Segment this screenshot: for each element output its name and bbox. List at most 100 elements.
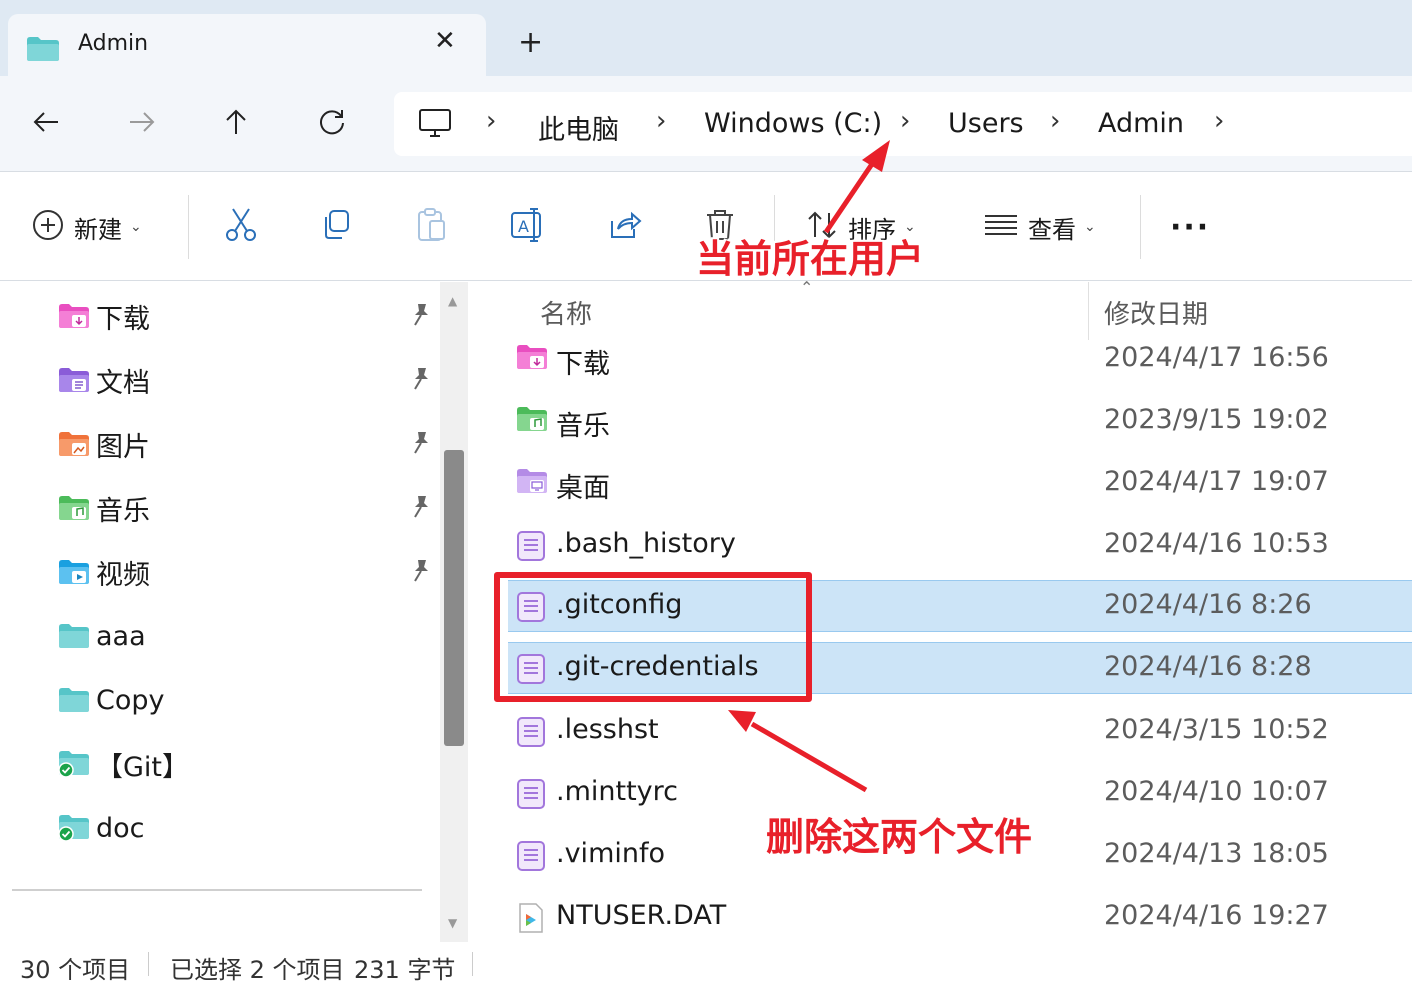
folder-icon xyxy=(26,36,60,66)
sidebar-item-copy[interactable]: Copy xyxy=(58,680,438,720)
view-button[interactable]: 查看 ⌄ xyxy=(984,203,1096,251)
new-label: 新建 xyxy=(74,215,122,244)
text-file-icon xyxy=(517,841,545,871)
folder-icon xyxy=(59,688,89,712)
annotation-delete-files: 删除这两个文件 xyxy=(766,815,1033,859)
sidebar-item-git[interactable]: 【Git】 xyxy=(58,744,438,784)
pin-icon[interactable] xyxy=(410,494,432,520)
sidebar-item-documents[interactable]: 文档 xyxy=(58,360,438,400)
scrollbar-thumb[interactable] xyxy=(444,450,464,746)
sidebar-item-videos[interactable]: 视频 xyxy=(58,552,438,592)
text-file-icon xyxy=(517,779,545,809)
breadcrumb-admin[interactable]: Admin xyxy=(1098,108,1184,139)
scroll-down-icon[interactable]: ▼ xyxy=(448,916,457,930)
file-row[interactable]: 下载 2024/4/17 16:56 xyxy=(508,334,1412,386)
file-row[interactable]: NTUSER.DAT 2024/4/16 19:27 xyxy=(508,892,1412,944)
text-file-icon xyxy=(517,531,545,561)
selection-size: 231 字节 xyxy=(354,956,456,984)
sidebar-item-label: Copy xyxy=(96,684,165,716)
file-date: 2024/4/13 18:05 xyxy=(1104,838,1329,869)
divider xyxy=(472,952,473,976)
navigation-bar: › 此电脑 › Windows (C:) › Users › Admin › xyxy=(0,76,1412,172)
sidebar-item-label: 音乐 xyxy=(96,495,150,527)
breadcrumb-users[interactable]: Users xyxy=(948,108,1024,139)
rename-icon: A xyxy=(510,208,546,246)
rename-button[interactable]: A xyxy=(510,203,546,251)
chevron-down-icon: ⌄ xyxy=(1084,219,1096,235)
item-count: 30 个项目 xyxy=(20,956,131,984)
status-bar: 30 个项目 已选择 2 个项目 231 字节 xyxy=(0,942,1412,986)
file-date: 2024/4/16 10:53 xyxy=(1104,528,1329,559)
sidebar-item-label: 【Git】 xyxy=(96,751,190,783)
sidebar-item-label: 下载 xyxy=(96,303,150,335)
sidebar-item-label: 文档 xyxy=(96,367,150,399)
share-icon xyxy=(608,209,642,245)
breadcrumb-windows-c[interactable]: Windows (C:) xyxy=(704,108,882,139)
folder-icon xyxy=(59,624,89,648)
sidebar-item-label: aaa xyxy=(96,620,146,652)
selection-count: 已选择 2 个项目 xyxy=(170,956,345,984)
scroll-up-icon[interactable]: ▲ xyxy=(448,294,457,308)
file-date: 2023/9/15 19:02 xyxy=(1104,404,1329,435)
cut-button[interactable] xyxy=(224,203,258,251)
refresh-icon[interactable] xyxy=(312,102,352,142)
sidebar-item-pictures[interactable]: 图片 xyxy=(58,424,438,464)
chevron-right-icon[interactable]: › xyxy=(900,106,910,136)
list-view-icon xyxy=(984,213,1018,241)
file-row[interactable]: 桌面 2024/4/17 19:07 xyxy=(508,458,1412,510)
chevron-right-icon[interactable]: › xyxy=(486,106,496,136)
folder-desktop-icon xyxy=(517,469,547,493)
plus-circle-icon xyxy=(32,209,64,245)
view-label: 查看 xyxy=(1028,215,1076,244)
pin-icon[interactable] xyxy=(410,366,432,392)
copy-button[interactable] xyxy=(320,203,352,251)
file-date: 2024/3/15 10:52 xyxy=(1104,714,1329,745)
file-name: .bash_history xyxy=(556,528,736,559)
tab-strip: Admin ✕ + xyxy=(0,0,1412,76)
sidebar-item-doc[interactable]: doc xyxy=(58,808,438,848)
pin-icon[interactable] xyxy=(410,302,432,328)
folder-download-icon xyxy=(59,304,89,328)
forward-arrow-icon[interactable] xyxy=(122,102,162,142)
breadcrumb-this-pc[interactable]: 此电脑 xyxy=(538,108,619,147)
new-button[interactable]: 新建 ⌄ xyxy=(32,203,142,251)
column-header-name[interactable]: 名称 xyxy=(540,294,592,331)
computer-icon[interactable] xyxy=(418,108,452,144)
chevron-right-icon[interactable]: › xyxy=(656,106,666,136)
file-name: 下载 xyxy=(556,349,610,380)
sidebar-item-downloads[interactable]: 下载 xyxy=(58,296,438,336)
sidebar-scrollbar[interactable]: ▲ ▼ xyxy=(440,282,468,942)
pin-icon[interactable] xyxy=(410,558,432,584)
folder-video-icon xyxy=(59,560,89,584)
file-date: 2024/4/16 8:28 xyxy=(1104,651,1312,682)
file-row[interactable]: 音乐 2023/9/15 19:02 xyxy=(508,396,1412,448)
sidebar-item-label: doc xyxy=(96,812,145,844)
more-options-button[interactable]: ··· xyxy=(1170,203,1210,251)
folder-synced-icon xyxy=(58,751,89,778)
folder-music-icon xyxy=(59,496,89,520)
back-arrow-icon[interactable] xyxy=(26,102,66,142)
chevron-right-icon[interactable]: › xyxy=(1050,106,1060,136)
address-bar[interactable]: › 此电脑 › Windows (C:) › Users › Admin › xyxy=(394,92,1412,156)
scissors-icon xyxy=(224,207,258,247)
tab-admin[interactable]: Admin ✕ xyxy=(8,14,486,76)
sidebar-item-aaa[interactable]: aaa xyxy=(58,616,438,656)
file-row[interactable]: .bash_history 2024/4/16 10:53 xyxy=(508,520,1412,572)
column-header-modified[interactable]: 修改日期 xyxy=(1104,294,1208,331)
close-icon[interactable]: ✕ xyxy=(434,28,456,54)
file-row[interactable]: .lesshst 2024/3/15 10:52 xyxy=(508,706,1412,758)
sidebar-item-music[interactable]: 音乐 xyxy=(58,488,438,528)
column-divider[interactable] xyxy=(1088,282,1089,340)
folder-music-icon xyxy=(517,407,547,431)
plus-icon[interactable]: + xyxy=(518,28,543,58)
share-button[interactable] xyxy=(608,203,642,251)
file-name: 桌面 xyxy=(556,473,610,504)
pin-icon[interactable] xyxy=(410,430,432,456)
up-arrow-icon[interactable] xyxy=(216,102,256,142)
paste-button[interactable] xyxy=(416,203,448,251)
chevron-right-icon[interactable]: › xyxy=(1214,106,1224,136)
file-name: .lesshst xyxy=(556,714,659,745)
copy-icon xyxy=(320,209,352,245)
sidebar-item-label: 图片 xyxy=(96,431,150,463)
clipboard-icon xyxy=(416,207,448,247)
